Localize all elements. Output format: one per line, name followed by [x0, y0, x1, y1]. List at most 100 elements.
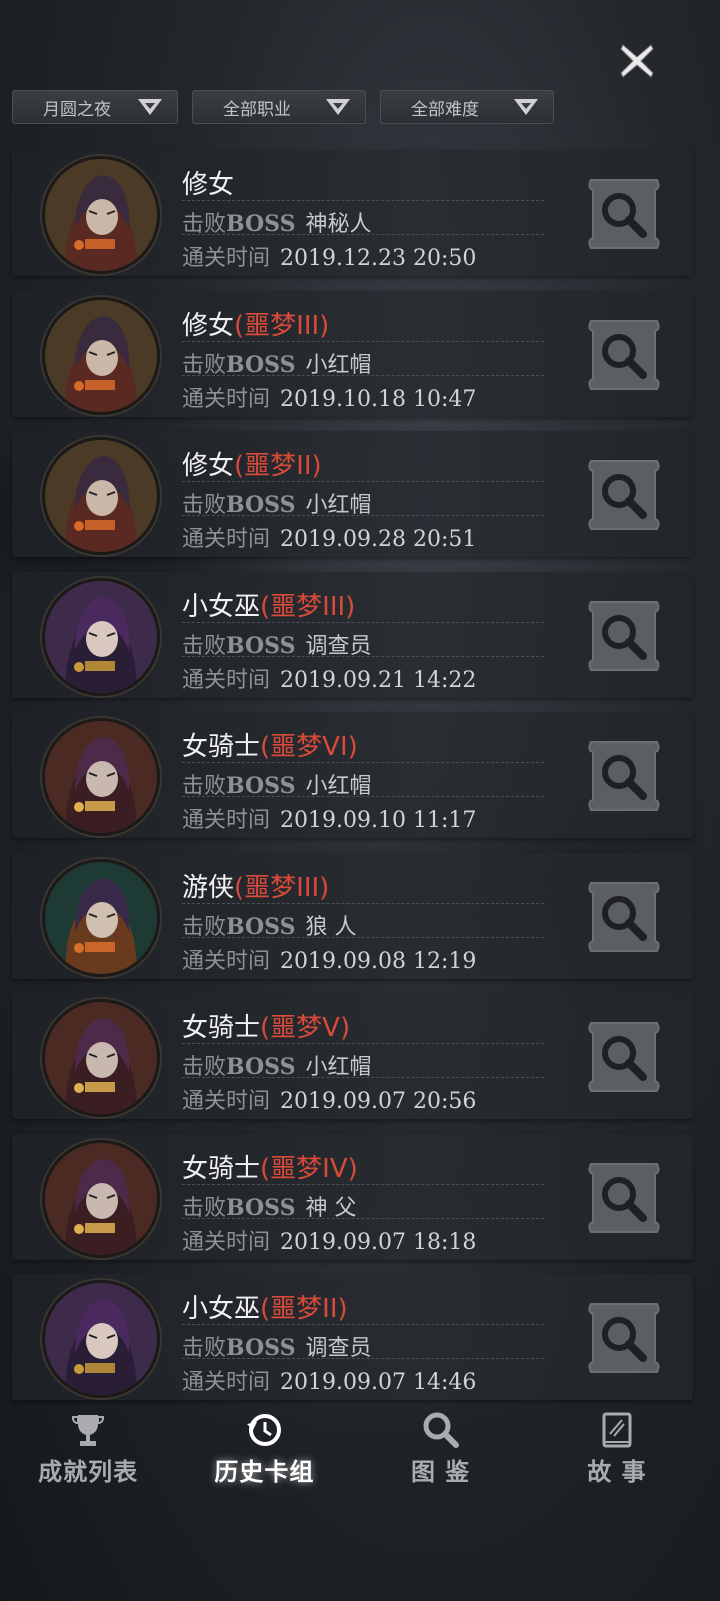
- tab-history-label: 历史卡组: [214, 1458, 315, 1486]
- magnifier-icon: [588, 1303, 660, 1373]
- character-name-line: 修女: [182, 164, 234, 201]
- clear-time-label: 通关时间: [182, 1370, 271, 1395]
- history-record-card[interactable]: 女骑士(噩梦IV) 击败BOSS 神 父 通关时间 2019.09.07 18:18: [12, 1133, 693, 1260]
- character-avatar: [42, 577, 160, 696]
- view-deck-button[interactable]: [583, 736, 665, 816]
- difficulty-level: (噩梦IV): [260, 1153, 358, 1184]
- tab-achievements-label: 成就列表: [38, 1458, 139, 1486]
- clear-time-row: 通关时间 2019.12.23 20:50: [182, 240, 476, 272]
- character-name: 修女: [182, 451, 235, 481]
- magnifier-icon: [588, 600, 660, 671]
- divider: [182, 200, 544, 201]
- character-name-line: 女骑士(噩梦IV): [182, 1148, 358, 1185]
- book-icon: [602, 1412, 632, 1448]
- character-portrait: [45, 580, 157, 693]
- history-record-card[interactable]: 女骑士(噩梦VI) 击败BOSS 小红帽 通关时间 2019.09.10 11:17: [12, 712, 693, 838]
- view-deck-button[interactable]: [583, 1298, 665, 1378]
- character-name-line: 修女(噩梦II): [182, 445, 322, 482]
- character-name-line: 女骑士(噩梦V): [182, 1007, 350, 1044]
- tab-history[interactable]: 历史卡组: [189, 1410, 339, 1487]
- difficulty-level: (噩梦III): [234, 872, 330, 903]
- character-portrait: [45, 440, 157, 552]
- character-name: 修女: [182, 170, 235, 200]
- clear-time-label: 通关时间: [182, 246, 271, 271]
- character-name-line: 修女(噩梦III): [182, 305, 329, 342]
- character-name-line: 小女巫(噩梦II): [182, 1288, 348, 1325]
- magnifier-icon: [588, 460, 660, 530]
- history-record-card[interactable]: 修女(噩梦III) 击败BOSS 小红帽 通关时间 2019.10.18 10:47: [12, 290, 693, 417]
- clear-time-value: 2019.09.21 14:22: [280, 667, 477, 693]
- magnifier-icon: [588, 1162, 660, 1233]
- view-deck-button[interactable]: [583, 1017, 665, 1097]
- character-portrait: [45, 861, 157, 974]
- divider: [182, 515, 544, 516]
- clear-time-value: 2019.09.10 11:17: [280, 808, 477, 833]
- clear-time-row: 通关时间 2019.09.07 14:46: [182, 1364, 476, 1396]
- dropdown-icon: [514, 99, 538, 115]
- character-name-line: 游侠(噩梦III): [182, 867, 329, 904]
- divider: [182, 234, 544, 235]
- divider: [182, 1077, 544, 1078]
- character-avatar: [42, 858, 160, 977]
- character-avatar: [42, 1280, 160, 1398]
- clear-time-value: 2019.12.23 20:50: [280, 246, 477, 271]
- character-portrait: [45, 159, 157, 271]
- clear-time-value: 2019.10.18 10:47: [280, 386, 477, 412]
- filter-class-label: 全部职业: [223, 99, 291, 120]
- history-record-card[interactable]: 游侠(噩梦III) 击败BOSS 狼 人 通关时间 2019.09.08 12:19: [12, 852, 693, 979]
- clear-time-label: 通关时间: [182, 1089, 271, 1114]
- difficulty-level: (噩梦II): [260, 1294, 348, 1324]
- character-name: 女骑士: [182, 1013, 261, 1043]
- divider: [182, 1324, 544, 1325]
- character-name: 小女巫: [182, 591, 261, 622]
- clear-time-value: 2019.09.07 14:46: [280, 1370, 477, 1395]
- history-record-card[interactable]: 女骑士(噩梦V) 击败BOSS 小红帽 通关时间 2019.09.07 20:56: [12, 993, 693, 1119]
- view-deck-button[interactable]: [583, 315, 665, 395]
- clear-time-value: 2019.09.07 20:56: [280, 1089, 477, 1114]
- difficulty-level: (噩梦II): [234, 451, 322, 481]
- close-button[interactable]: [612, 36, 662, 86]
- view-deck-button[interactable]: [583, 455, 665, 535]
- divider: [182, 374, 544, 376]
- character-name-line: 女骑士(噩梦VI): [182, 726, 358, 763]
- divider: [182, 1358, 544, 1359]
- divider: [182, 1217, 544, 1219]
- tab-codex[interactable]: 图 鉴: [366, 1410, 516, 1487]
- history-record-card[interactable]: 小女巫(噩梦III) 击败BOSS 调查员 通关时间 2019.09.21 14:2…: [12, 571, 693, 698]
- clear-time-row: 通关时间 2019.09.28 20:51: [182, 521, 476, 553]
- view-deck-button[interactable]: [583, 877, 665, 957]
- divider: [182, 655, 544, 657]
- character-name: 修女: [182, 310, 235, 341]
- character-avatar: [42, 437, 160, 555]
- filter-class[interactable]: 全部职业: [192, 90, 366, 124]
- magnifier-icon: [588, 179, 660, 249]
- difficulty-level: (噩梦VI): [260, 732, 358, 762]
- history-deck-list: 修女 击败BOSS 神秘人 通关时间 2019.12.23 20:50 修女(噩梦I…: [12, 150, 693, 1415]
- character-portrait: [45, 1283, 157, 1395]
- magnifier-icon: [588, 881, 660, 952]
- character-name: 游侠: [182, 872, 235, 903]
- divider: [182, 621, 544, 623]
- clear-time-value: 2019.09.07 18:18: [280, 1229, 477, 1255]
- dropdown-icon: [138, 99, 162, 115]
- filter-difficulty[interactable]: 全部难度: [380, 90, 554, 124]
- character-portrait: [45, 1002, 157, 1114]
- divider: [182, 1043, 544, 1044]
- view-deck-button[interactable]: [583, 174, 665, 254]
- tab-codex-label: 图 鉴: [410, 1458, 471, 1486]
- history-record-card[interactable]: 小女巫(噩梦II) 击败BOSS 调查员 通关时间 2019.09.07 14:46: [12, 1274, 693, 1400]
- filter-mode[interactable]: 月圆之夜: [12, 90, 178, 124]
- tab-achievements[interactable]: 成就列表: [13, 1410, 163, 1487]
- history-record-card[interactable]: 修女 击败BOSS 神秘人 通关时间 2019.12.23 20:50: [12, 150, 693, 276]
- clear-time-row: 通关时间 2019.09.08 12:19: [182, 943, 476, 975]
- filter-bar: 月圆之夜 全部职业 全部难度: [12, 90, 693, 126]
- clear-time-label: 通关时间: [182, 667, 271, 693]
- divider: [182, 936, 544, 938]
- tab-story[interactable]: 故 事: [542, 1410, 692, 1487]
- bottom-tab-bar: 成就列表 历史卡组 图 鉴 故 事: [0, 1410, 705, 1520]
- clear-time-row: 通关时间 2019.10.18 10:47: [182, 381, 476, 413]
- view-deck-button[interactable]: [583, 596, 665, 676]
- history-record-card[interactable]: 修女(噩梦II) 击败BOSS 小红帽 通关时间 2019.09.28 20:51: [12, 431, 693, 557]
- character-avatar: [42, 1139, 160, 1258]
- view-deck-button[interactable]: [583, 1158, 665, 1238]
